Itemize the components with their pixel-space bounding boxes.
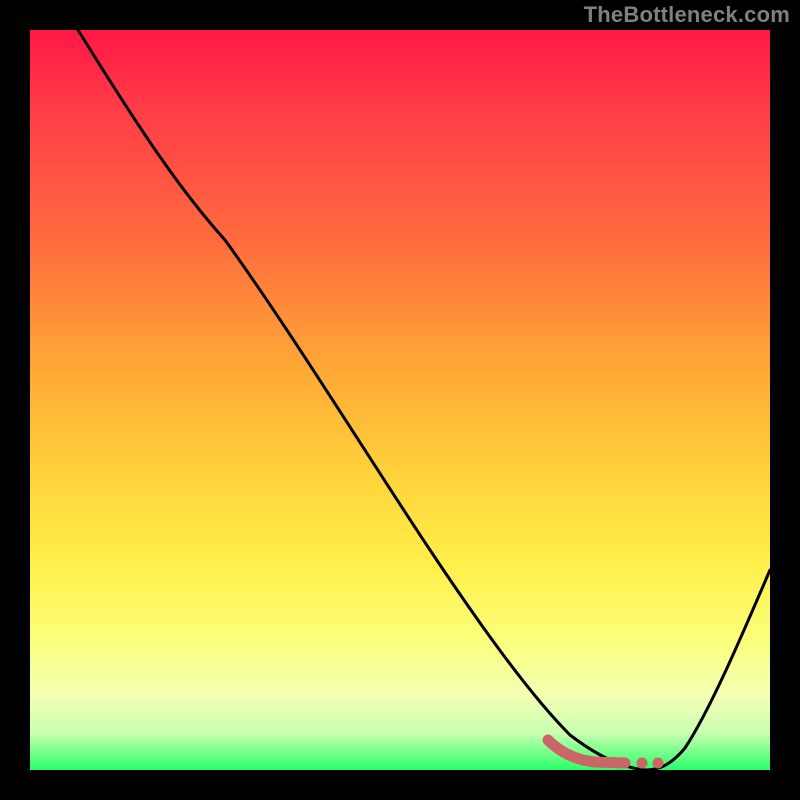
curve-layer (30, 30, 770, 770)
watermark-text: TheBottleneck.com (584, 2, 790, 28)
bottleneck-curve (78, 30, 770, 770)
chart-frame: TheBottleneck.com (0, 0, 800, 800)
highlight-segment (548, 740, 625, 763)
highlight-dot (653, 758, 664, 769)
plot-area (30, 30, 770, 770)
highlight-dot (637, 758, 648, 769)
